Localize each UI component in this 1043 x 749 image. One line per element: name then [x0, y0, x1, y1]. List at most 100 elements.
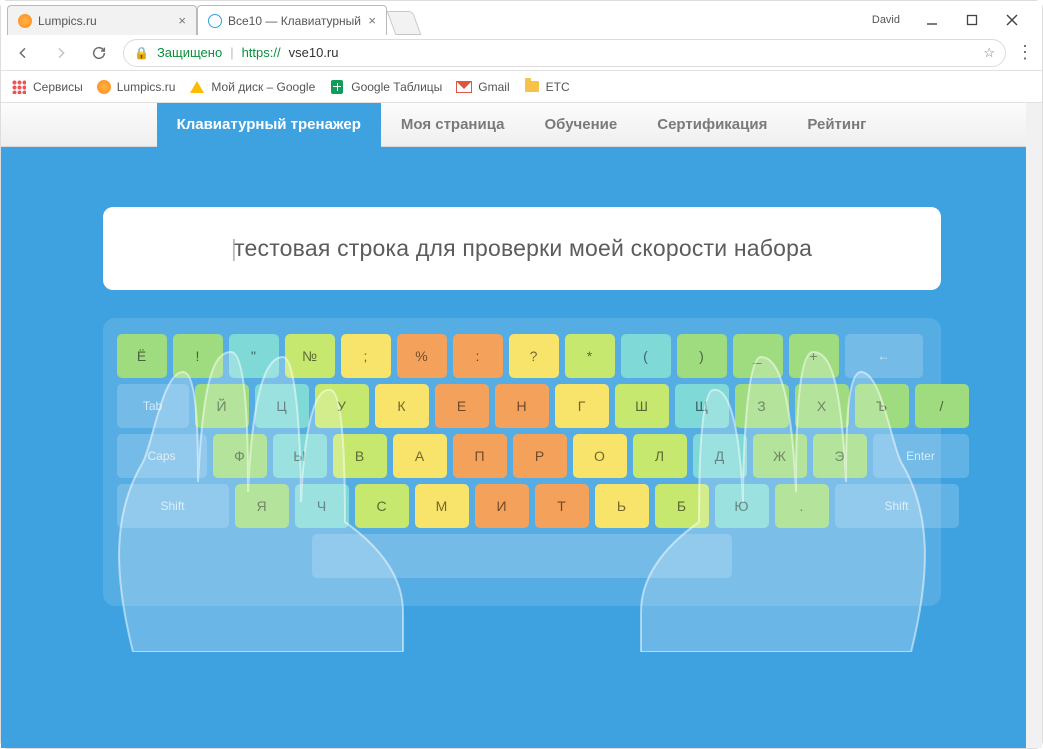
- keyboard-key[interactable]: И: [475, 484, 529, 528]
- tab-title: Lumpics.ru: [38, 14, 172, 28]
- browser-toolbar: 🔒 Защищено | https://vse10.ru ☆ ⋮: [1, 35, 1042, 71]
- keyboard-key-space[interactable]: [312, 534, 732, 578]
- keyboard-key[interactable]: :: [453, 334, 503, 378]
- folder-icon: [525, 81, 539, 92]
- profile-label[interactable]: David: [872, 14, 900, 26]
- keyboard-key[interactable]: Э: [813, 434, 867, 478]
- new-tab-button[interactable]: [387, 11, 422, 35]
- close-icon[interactable]: ×: [368, 13, 376, 28]
- keyboard-key[interactable]: Й: [195, 384, 249, 428]
- keyboard-key[interactable]: В: [333, 434, 387, 478]
- keyboard-key[interactable]: .: [775, 484, 829, 528]
- keyboard-key[interactable]: М: [415, 484, 469, 528]
- keyboard-key[interactable]: С: [355, 484, 409, 528]
- site-nav-item[interactable]: Клавиатурный тренажер: [157, 103, 381, 147]
- keyboard-key[interactable]: Т: [535, 484, 589, 528]
- close-window-button[interactable]: [992, 5, 1032, 35]
- url-host: vse10.ru: [289, 45, 339, 60]
- keyboard-key[interactable]: Ж: [753, 434, 807, 478]
- keyboard-key[interactable]: О: [573, 434, 627, 478]
- keyboard-key[interactable]: Щ: [675, 384, 729, 428]
- bookmark-item[interactable]: Google Таблицы: [329, 79, 442, 95]
- keyboard-key[interactable]: Ш: [615, 384, 669, 428]
- keyboard-key[interactable]: Caps: [117, 434, 207, 478]
- keyboard-key[interactable]: З: [735, 384, 789, 428]
- keyboard-key[interactable]: Л: [633, 434, 687, 478]
- keyboard-key[interactable]: П: [453, 434, 507, 478]
- browser-menu-button[interactable]: ⋮: [1016, 42, 1034, 63]
- site-navigation: Клавиатурный тренажерМоя страницаОбучени…: [1, 103, 1042, 147]
- page-content: Клавиатурный тренажерМоя страницаОбучени…: [1, 103, 1042, 748]
- gmail-icon: [456, 81, 472, 93]
- minimize-button[interactable]: [912, 5, 952, 35]
- keyboard-key[interactable]: Д: [693, 434, 747, 478]
- window-controls: David: [872, 5, 1042, 35]
- keyboard-key[interactable]: Е: [435, 384, 489, 428]
- bookmark-item[interactable]: ETC: [524, 79, 570, 95]
- bookmark-item[interactable]: Lumpics.ru: [97, 80, 176, 94]
- keyboard-key[interactable]: *: [565, 334, 615, 378]
- bookmark-label: Сервисы: [33, 80, 83, 94]
- close-icon[interactable]: ×: [178, 13, 186, 28]
- keyboard-key[interactable]: Б: [655, 484, 709, 528]
- keyboard-key[interactable]: _: [733, 334, 783, 378]
- apps-icon: [12, 80, 26, 94]
- nav-forward-button[interactable]: [47, 39, 75, 67]
- keyboard-key[interactable]: Ю: [715, 484, 769, 528]
- bookmark-item[interactable]: Gmail: [456, 79, 509, 95]
- keyboard-key[interactable]: К: [375, 384, 429, 428]
- favicon-icon: 10: [208, 14, 222, 28]
- maximize-button[interactable]: [952, 5, 992, 35]
- keyboard-key[interactable]: ;: [341, 334, 391, 378]
- browser-tab-active[interactable]: 10 Все10 — Клавиатурный ×: [197, 5, 387, 35]
- keyboard-key[interactable]: Ч: [295, 484, 349, 528]
- keyboard-key[interactable]: А: [393, 434, 447, 478]
- keyboard-key[interactable]: Х: [795, 384, 849, 428]
- browser-tab-inactive[interactable]: Lumpics.ru ×: [7, 5, 197, 35]
- bookmark-apps[interactable]: Сервисы: [11, 79, 83, 95]
- reload-button[interactable]: [85, 39, 113, 67]
- keyboard-key[interactable]: ←: [845, 334, 923, 378]
- keyboard-key[interactable]: Р: [513, 434, 567, 478]
- keyboard-key[interactable]: Ь: [595, 484, 649, 528]
- site-nav-item[interactable]: Рейтинг: [787, 103, 886, 147]
- keyboard-key[interactable]: Н: [495, 384, 549, 428]
- keyboard-key[interactable]: Tab: [117, 384, 189, 428]
- drive-icon: [190, 81, 204, 93]
- keyboard-key[interactable]: Ф: [213, 434, 267, 478]
- separator: |: [230, 45, 233, 60]
- favicon-icon: [97, 80, 111, 94]
- keyboard-key[interactable]: !: [173, 334, 223, 378]
- keyboard-key[interactable]: №: [285, 334, 335, 378]
- site-nav-item[interactable]: Обучение: [524, 103, 637, 147]
- keyboard-key[interactable]: ): [677, 334, 727, 378]
- keyboard-key[interactable]: (: [621, 334, 671, 378]
- keyboard-key[interactable]: Ц: [255, 384, 309, 428]
- bookmark-item[interactable]: Мой диск – Google: [189, 79, 315, 95]
- keyboard-key[interactable]: Shift: [835, 484, 959, 528]
- keyboard-key[interactable]: /: [915, 384, 969, 428]
- typing-input[interactable]: |тестовая строка для проверки моей скоро…: [103, 207, 941, 290]
- keyboard-key[interactable]: У: [315, 384, 369, 428]
- keyboard-key[interactable]: Shift: [117, 484, 229, 528]
- sheets-icon: [331, 80, 343, 94]
- keyboard-key[interactable]: Enter: [873, 434, 969, 478]
- vertical-scrollbar[interactable]: [1026, 103, 1042, 748]
- keyboard-key[interactable]: Г: [555, 384, 609, 428]
- site-nav-item[interactable]: Моя страница: [381, 103, 525, 147]
- keyboard-key[interactable]: Ъ: [855, 384, 909, 428]
- bookmark-label: Google Таблицы: [351, 80, 442, 94]
- keyboard-key[interactable]: +: [789, 334, 839, 378]
- keyboard-key[interactable]: Я: [235, 484, 289, 528]
- address-bar[interactable]: 🔒 Защищено | https://vse10.ru ☆: [123, 39, 1006, 67]
- bookmark-star-icon[interactable]: ☆: [983, 45, 995, 61]
- tab-title: Все10 — Клавиатурный: [228, 14, 362, 28]
- bookmarks-bar: Сервисы Lumpics.ru Мой диск – Google Goo…: [1, 71, 1042, 103]
- keyboard-key[interactable]: ": [229, 334, 279, 378]
- keyboard-key[interactable]: %: [397, 334, 447, 378]
- keyboard-key[interactable]: Ы: [273, 434, 327, 478]
- keyboard-key[interactable]: ?: [509, 334, 559, 378]
- site-nav-item[interactable]: Сертификация: [637, 103, 787, 147]
- keyboard-key[interactable]: Ё: [117, 334, 167, 378]
- nav-back-button[interactable]: [9, 39, 37, 67]
